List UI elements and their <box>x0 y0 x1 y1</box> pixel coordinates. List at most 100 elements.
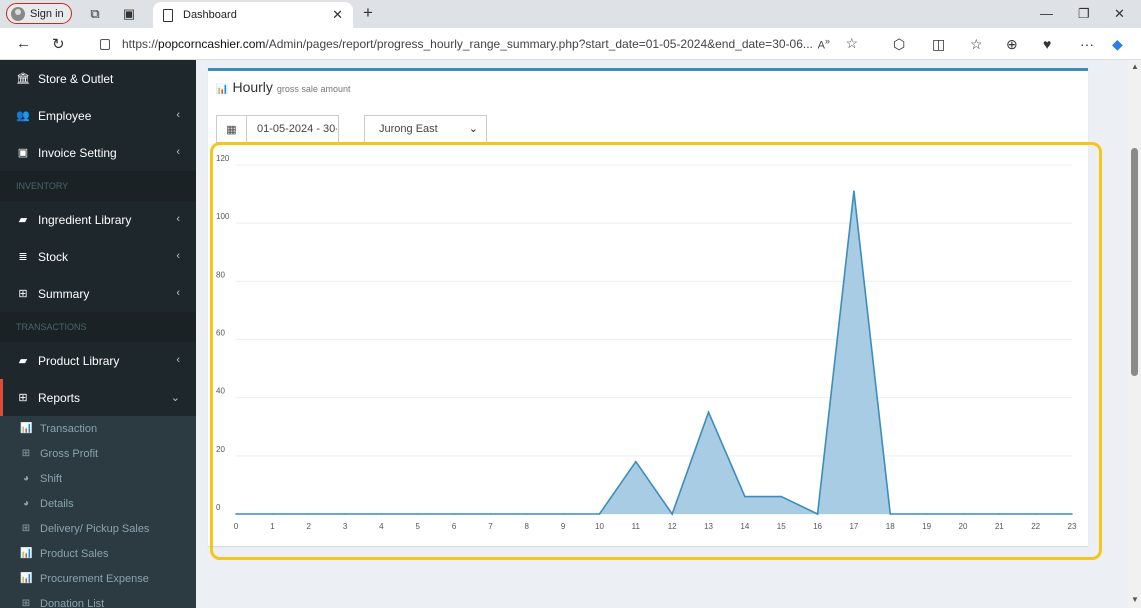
y-tick-label: 40 <box>216 387 225 396</box>
sidebar-item-label: Reports <box>38 390 81 405</box>
submenu-item-delivery-pickup-sales[interactable]: ⊞ Delivery/ Pickup Sales <box>0 516 196 541</box>
users-icon: 👥 <box>16 110 30 122</box>
data-point <box>1071 513 1073 515</box>
browser-essentials-icon[interactable]: ♥ <box>1043 36 1051 52</box>
sidebar-item-store-outlet[interactable]: 🏛 Store & Outlet <box>0 60 196 97</box>
x-tick-label: 15 <box>777 522 786 531</box>
scroll-up-icon[interactable]: ▲ <box>1131 62 1139 71</box>
new-tab-icon[interactable]: + <box>363 3 373 23</box>
data-point <box>998 513 1001 515</box>
lock-icon <box>100 38 110 50</box>
chevron-left-icon: ‹ <box>176 146 180 158</box>
y-tick-label: 20 <box>216 445 225 454</box>
submenu-item-label: Donation List <box>40 597 105 608</box>
restore-icon[interactable]: ❐ <box>1078 6 1090 22</box>
sidebar-item-label: Store & Outlet <box>38 71 114 86</box>
back-icon[interactable]: ← <box>16 35 31 52</box>
calendar-icon: ▦ <box>217 116 247 142</box>
minimize-icon[interactable]: — <box>1040 6 1053 21</box>
close-window-icon[interactable]: ✕ <box>1114 6 1125 22</box>
copilot-icon[interactable]: ◆ <box>1112 36 1123 53</box>
scroll-down-icon[interactable]: ▼ <box>1131 595 1139 604</box>
favorite-star-icon[interactable]: ☆ <box>845 35 858 52</box>
x-tick-label: 5 <box>416 522 421 531</box>
sidebar-item-employee[interactable]: 👥 Employee ‹ <box>0 97 196 134</box>
tab-dashboard[interactable]: Dashboard ✕ <box>153 2 353 28</box>
x-tick-label: 21 <box>995 522 1004 531</box>
submenu-item-shift[interactable]: ◕ Shift <box>0 466 196 491</box>
close-tab-icon[interactable]: ✕ <box>332 7 343 23</box>
bar-chart-icon: 📊 <box>20 423 33 434</box>
submenu-item-label: Delivery/ Pickup Sales <box>40 522 150 535</box>
read-aloud-icon[interactable]: A» <box>818 36 830 52</box>
bar-chart-icon: 📊 <box>216 84 229 95</box>
chevron-left-icon: ‹ <box>176 354 180 366</box>
x-tick-label: 2 <box>306 522 311 531</box>
date-range-value: 01-05-2024 - 30-06-2024 <box>257 123 337 135</box>
x-tick-label: 12 <box>668 522 677 531</box>
scrollbar-thumb[interactable] <box>1131 148 1138 376</box>
page-icon <box>163 8 173 22</box>
bar-chart-icon: 📊 <box>20 548 33 559</box>
submenu-item-donation-list[interactable]: ⊞ Donation List <box>0 591 196 608</box>
tab-actions-icon[interactable]: ▣ <box>120 5 138 23</box>
series-line <box>236 191 1072 516</box>
address-bar-row: ← ↻ https://popcorncashier.com/Admin/pag… <box>0 28 1141 60</box>
url-field[interactable]: https://popcorncashier.com/Admin/pages/r… <box>90 32 870 56</box>
split-screen-icon[interactable]: ◫ <box>932 36 945 53</box>
submenu-item-transaction[interactable]: 📊 Transaction <box>0 416 196 441</box>
book-icon: ▰ <box>18 355 28 367</box>
x-tick-label: 4 <box>379 522 384 531</box>
url-domain: popcorncashier.com <box>158 37 266 51</box>
x-tick-label: 22 <box>1031 522 1040 531</box>
y-tick-label: 120 <box>216 154 230 163</box>
extensions-icon[interactable]: ⬡ <box>893 36 905 53</box>
url-path: /Admin/pages/report/progress_hourly_rang… <box>265 37 813 51</box>
data-point <box>780 495 783 498</box>
sidebar-item-label: Product Library <box>38 353 120 368</box>
submenu-item-details[interactable]: ◕ Details <box>0 491 196 516</box>
sidebar-item-summary[interactable]: ⊞ Summary ‹ <box>0 275 196 312</box>
workspaces-icon[interactable]: ⧉ <box>86 5 104 23</box>
x-tick-label: 19 <box>922 522 931 531</box>
data-point <box>562 513 564 515</box>
refresh-icon[interactable]: ↻ <box>52 35 65 53</box>
sidebar-item-label: Stock <box>38 249 69 264</box>
sidebar-item-product-library[interactable]: ▰ Product Library ‹ <box>0 342 196 379</box>
more-menu-icon[interactable]: ··· <box>1080 36 1094 52</box>
x-tick-label: 16 <box>813 522 822 531</box>
submenu-item-label: Shift <box>40 472 63 485</box>
submenu-item-label: Details <box>40 497 74 510</box>
sidebar-item-invoice-setting[interactable]: ▣ Invoice Setting ‹ <box>0 134 196 171</box>
pie-chart-icon: ◕ <box>22 473 30 484</box>
tab-title: Dashboard <box>183 9 237 21</box>
favorites-icon[interactable]: ☆ <box>970 36 983 53</box>
signin-button[interactable]: Sign in <box>6 3 72 24</box>
data-point <box>744 495 746 498</box>
sidebar-item-ingredient-library[interactable]: ▰ Ingredient Library ‹ <box>0 201 196 238</box>
data-point <box>598 513 601 515</box>
data-point <box>707 411 710 414</box>
y-tick-label: 60 <box>216 329 225 338</box>
date-range-input[interactable]: ▦ 01-05-2024 - 30-06-2024 <box>216 115 339 143</box>
sidebar-header-inventory: INVENTORY <box>0 171 196 201</box>
submenu-item-product-sales[interactable]: 📊 Product Sales <box>0 541 196 566</box>
money-icon: ▣ <box>17 147 29 159</box>
sidebar-item-stock[interactable]: ≣ Stock ‹ <box>0 238 196 275</box>
outlet-select[interactable]: Jurong East ⌄ <box>364 115 487 143</box>
chart-svg: 0204060801001200 1 2 3 4 5 6 7 8 9 10 11 12 13 14 15 16 1… <box>216 154 1077 531</box>
collections-icon[interactable]: ⊕ <box>1006 36 1018 53</box>
sidebar-item-label: Employee <box>38 108 92 123</box>
data-point <box>962 513 964 515</box>
page-scrollbar[interactable]: ▲ ▼ <box>1128 60 1141 608</box>
submenu-item-procurement-expense[interactable]: 📊 Procurement Expense <box>0 566 196 591</box>
data-point <box>816 513 819 515</box>
sidebar-header-transactions: TRANSACTIONS <box>0 312 196 342</box>
data-point <box>853 190 855 192</box>
sidebar-item-reports[interactable]: ⊞ Reports ⌄ <box>0 379 196 416</box>
data-point <box>235 513 237 515</box>
submenu-item-gross-profit[interactable]: ⊞ Gross Profit <box>0 441 196 466</box>
data-point <box>271 513 274 515</box>
book-icon: ▰ <box>18 214 28 226</box>
x-tick-label: 20 <box>959 522 968 531</box>
